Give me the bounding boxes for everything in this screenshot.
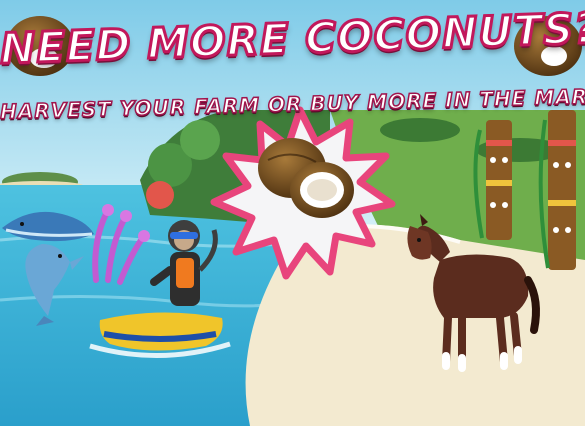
game-scene: NEED MORE COCONUTS? HARVEST YOUR FARM OR… bbox=[0, 0, 585, 426]
jet-ski-icon bbox=[89, 312, 231, 359]
